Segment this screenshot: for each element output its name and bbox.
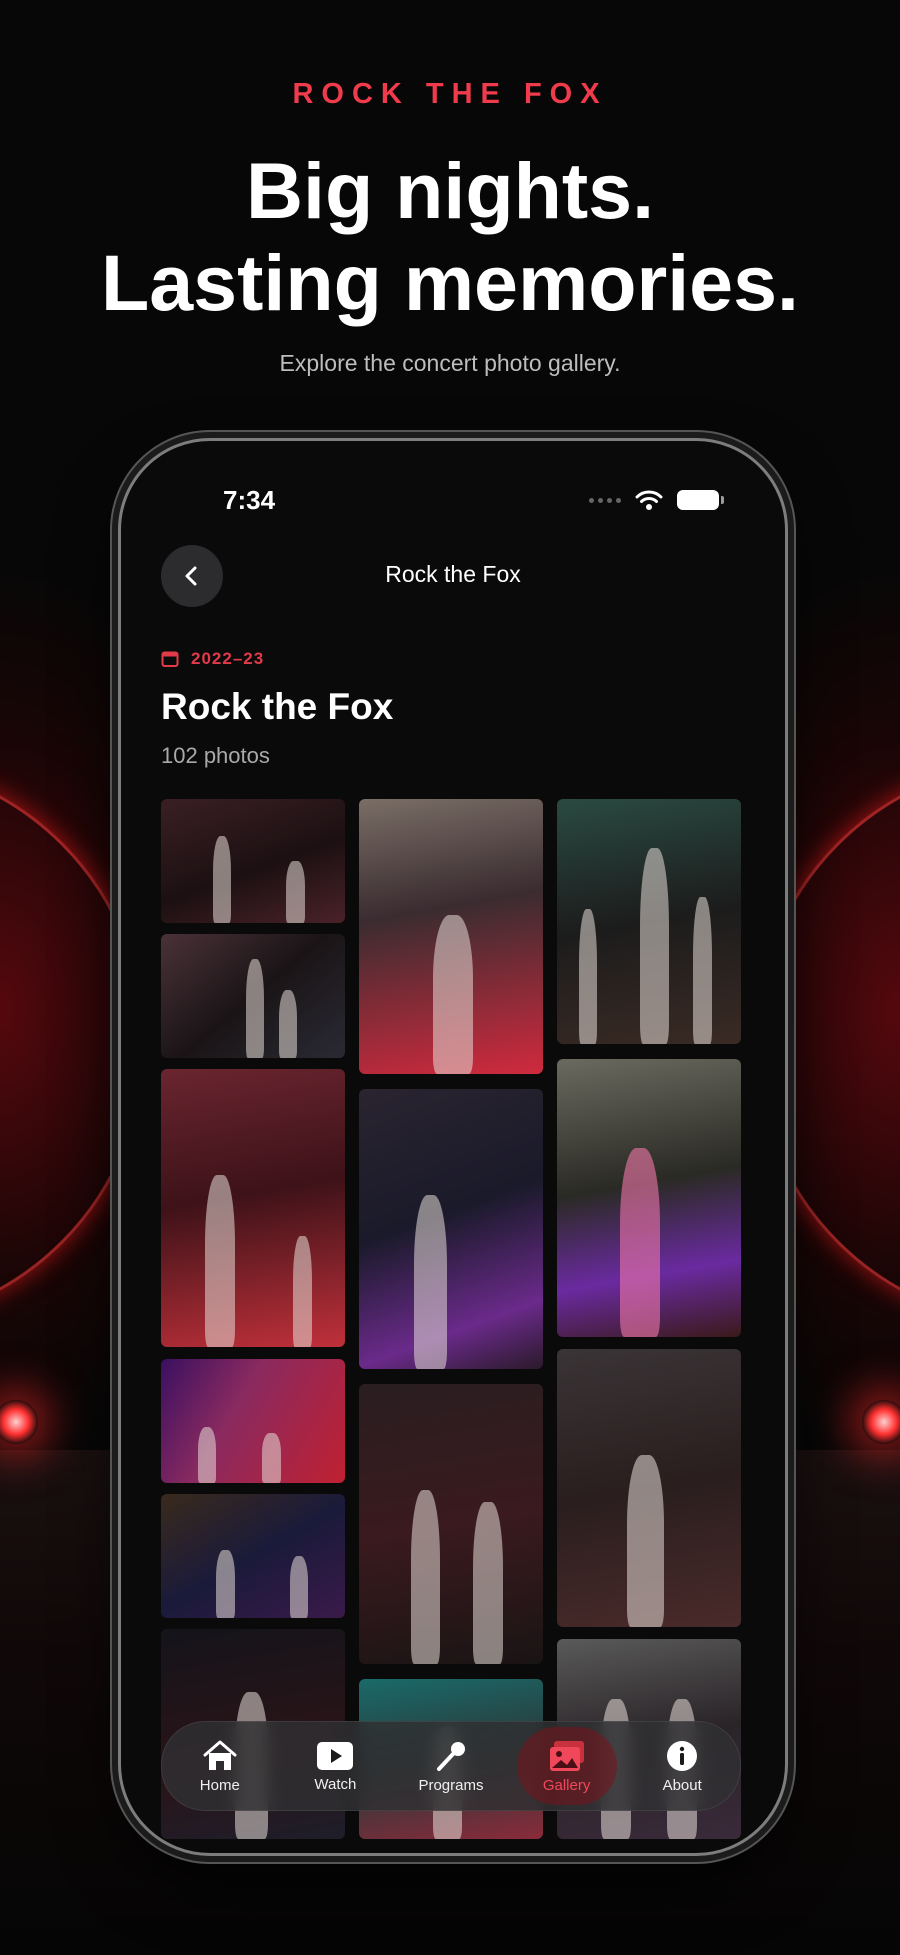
gallery-photo[interactable]	[161, 1069, 345, 1347]
signal-dots-icon	[589, 497, 621, 503]
status-icons	[589, 489, 724, 511]
photo-grid	[161, 799, 745, 1839]
tab-programs[interactable]: Programs	[401, 1727, 501, 1805]
season-row: 2022–23	[161, 649, 264, 669]
info-icon	[667, 1740, 698, 1771]
nav-title: Rock the Fox	[385, 561, 521, 587]
gallery-photo[interactable]	[557, 1349, 741, 1627]
tab-home[interactable]: Home	[170, 1727, 270, 1805]
eyebrow-text: ROCK THE FOX	[292, 78, 608, 110]
battery-icon	[677, 490, 724, 510]
tab-label: About	[662, 1776, 702, 1794]
calendar-icon	[161, 651, 179, 667]
wifi-icon	[635, 490, 663, 510]
gallery-photo[interactable]	[557, 799, 741, 1044]
gallery-photo[interactable]	[557, 1059, 741, 1337]
tab-about[interactable]: About	[632, 1727, 732, 1805]
phone-frame: 7:34 Rock the Fox 2022–23 Rock the Fox 1…	[118, 438, 788, 1856]
tab-bar: Home Watch Programs Gallery About	[161, 1721, 741, 1811]
gallery-photo[interactable]	[161, 799, 345, 923]
play-icon	[317, 1741, 354, 1770]
photos-icon	[549, 1740, 584, 1771]
gallery-photo[interactable]	[161, 1494, 345, 1618]
page-title: Rock the Fox	[161, 686, 394, 727]
stage-light-right	[862, 1400, 900, 1444]
gallery-photo[interactable]	[359, 1384, 543, 1664]
tab-label: Gallery	[542, 1776, 591, 1794]
microphone-icon	[436, 1741, 465, 1771]
gallery-photo[interactable]	[359, 799, 543, 1074]
headline-line-1: Big nights.	[245, 146, 655, 235]
home-icon	[203, 1740, 237, 1770]
gallery-photo[interactable]	[161, 1359, 345, 1483]
season-label: 2022–23	[191, 649, 265, 668]
headline-line-2: Lasting memories.	[100, 238, 800, 327]
gallery-photo[interactable]	[359, 1089, 543, 1369]
tab-label: Watch	[314, 1775, 357, 1793]
photo-count: 102 photos	[161, 743, 270, 768]
gallery-photo[interactable]	[161, 934, 345, 1058]
subline: Explore the concert photo gallery.	[279, 350, 621, 376]
tab-watch[interactable]: Watch	[285, 1727, 385, 1805]
tab-label: Home	[199, 1776, 240, 1794]
headline: Big nights. Lasting memories.	[0, 145, 900, 329]
tab-label: Programs	[418, 1776, 484, 1794]
tab-gallery[interactable]: Gallery	[516, 1727, 617, 1805]
status-time: 7:34	[223, 485, 276, 515]
